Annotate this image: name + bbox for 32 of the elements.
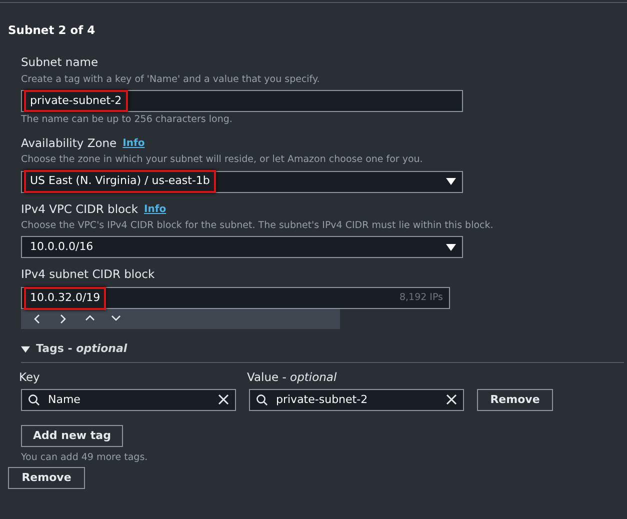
field-description: Choose the VPC's IPv4 CIDR block for the subnet. The subnet's IPv4 CIDR must lie within this block. — [21, 218, 494, 233]
dropdown-caret-icon — [446, 244, 456, 250]
search-icon — [28, 394, 40, 406]
field-label: IPv4 VPC CIDR block — [21, 200, 138, 218]
info-link[interactable]: Info — [144, 202, 166, 217]
column-label: Value - optional — [247, 368, 337, 386]
remove-tag-button[interactable]: Remove — [477, 388, 553, 411]
clear-icon[interactable] — [218, 394, 229, 406]
field-hint: The name can be up to 256 characters long. — [21, 112, 234, 127]
dropdown-caret-icon — [446, 178, 456, 185]
cidr-field[interactable]: 10.0.32.0/19 8,192 IPs — [21, 287, 450, 310]
search-icon — [256, 394, 268, 406]
select-field[interactable]: 10.0.0.0/16 — [21, 236, 463, 258]
search-field[interactable]: Name — [21, 388, 236, 411]
remove-subnet-button[interactable]: Remove — [8, 467, 85, 489]
ip-count: 8,192 IPs — [399, 291, 443, 306]
tags-heading: Tags - optional — [36, 341, 128, 358]
add-tag-button[interactable]: Add new tag — [21, 424, 123, 447]
tags-note: You can add 49 more tags. — [21, 450, 149, 465]
field-label: Subnet name — [21, 54, 98, 72]
section-heading: Subnet 2 of 4 — [8, 22, 96, 39]
clear-icon[interactable] — [446, 394, 457, 406]
column-label: Key — [19, 368, 41, 386]
text-field[interactable]: private-subnet-2 — [21, 90, 463, 112]
field-description: Create a tag with a key of 'Name' and a value that you specify. — [21, 72, 321, 86]
field-label: Availability Zone — [21, 135, 117, 152]
field-label: IPv4 subnet CIDR block — [21, 266, 155, 283]
search-field[interactable]: private-subnet-2 — [249, 388, 464, 411]
field-description: Choose the zone in which your subnet will reside, or let Amazon choose one for you. — [21, 153, 424, 168]
info-link[interactable]: Info — [122, 136, 145, 152]
expand-caret-icon[interactable] — [21, 346, 30, 353]
select-field[interactable]: US East (N. Virginia) / us-east-1b — [21, 170, 463, 192]
